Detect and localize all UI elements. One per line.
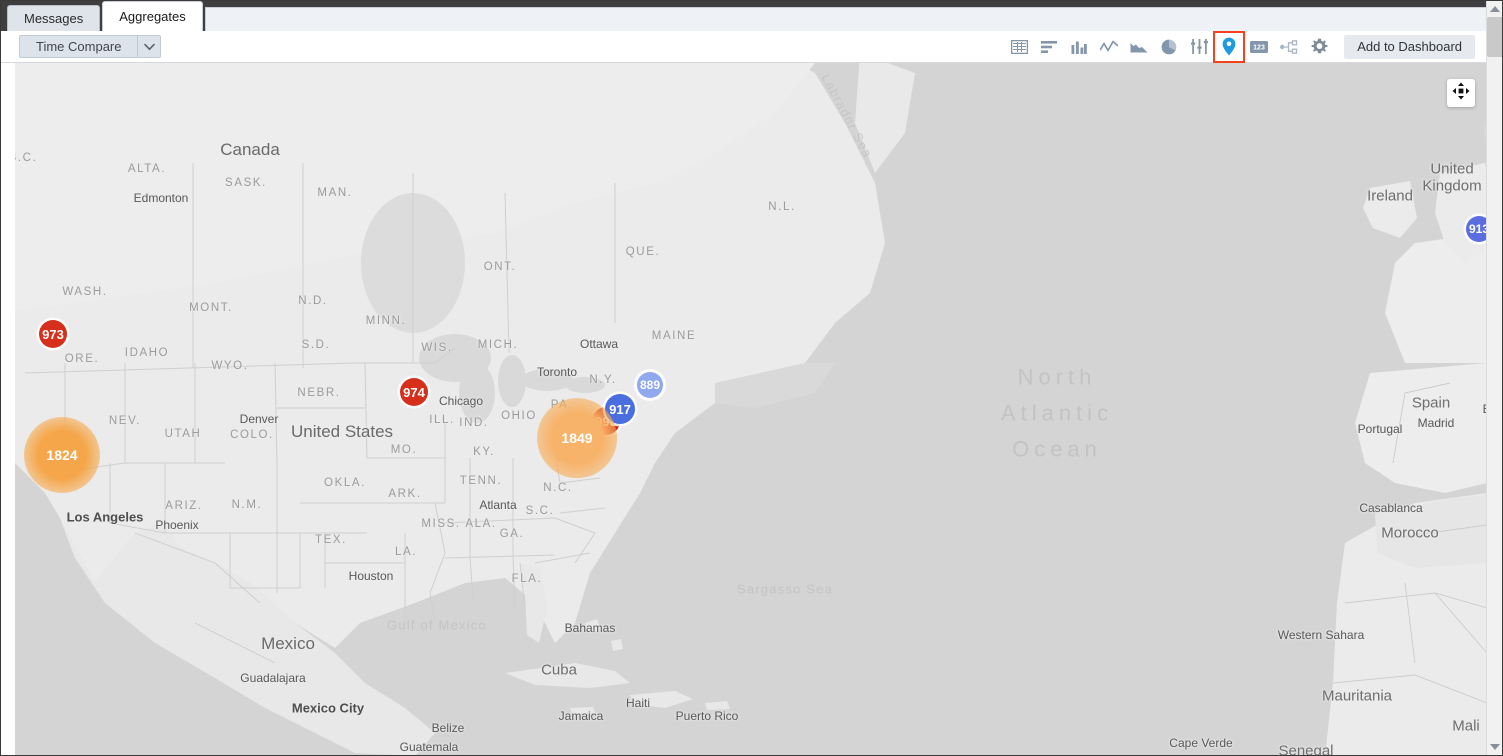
chart-toolbar: Time Compare — [1, 31, 1487, 63]
app-root: Messages Aggregates Time Compare — [0, 0, 1503, 756]
pie-chart-icon — [1161, 39, 1177, 55]
scroll-down-button[interactable] — [1487, 739, 1503, 755]
view-line-button[interactable] — [1094, 32, 1124, 62]
view-tree-button[interactable] — [1274, 32, 1304, 62]
expand-arrows-icon — [1452, 82, 1470, 105]
view-parallel-coordinates-button[interactable] — [1184, 32, 1214, 62]
map-marker-value: 913 — [1469, 222, 1487, 236]
view-column-button[interactable] — [1064, 32, 1094, 62]
tree-graph-icon — [1280, 40, 1298, 54]
map-marker-value: 974 — [403, 385, 425, 400]
settings-button[interactable] — [1304, 32, 1334, 62]
add-to-dashboard-button[interactable]: Add to Dashboard — [1344, 35, 1475, 59]
scroll-up-arrow-icon — [1490, 6, 1500, 12]
table-icon — [1011, 40, 1028, 54]
map-view[interactable]: B.C.ALTA.CanadaSASK.MAN.EdmontonONT.N.L.… — [15, 63, 1487, 756]
scroll-down-arrow-icon — [1490, 744, 1500, 750]
chevron-down-icon — [144, 43, 155, 51]
map-marker[interactable]: 913 — [1466, 216, 1487, 242]
map-marker-value: 1849 — [561, 430, 592, 446]
expand-map-button[interactable] — [1447, 79, 1475, 107]
map-marker[interactable]: 974 — [400, 378, 428, 406]
tab-bar: Messages Aggregates — [1, 1, 1487, 31]
map-marker-value: 973 — [42, 327, 64, 342]
scrollbar-thumb[interactable] — [1487, 17, 1503, 57]
map-borders-layer — [15, 63, 1487, 756]
map-marker-value: 1824 — [46, 447, 77, 463]
scroll-up-button[interactable] — [1487, 1, 1503, 17]
time-compare-group: Time Compare — [19, 35, 161, 58]
time-compare-button[interactable]: Time Compare — [19, 35, 137, 58]
line-chart-icon — [1100, 40, 1118, 53]
sliders-icon — [1191, 39, 1208, 54]
time-compare-dropdown-toggle[interactable] — [137, 35, 161, 58]
view-area-button[interactable] — [1124, 32, 1154, 62]
tab-aggregates-label: Aggregates — [119, 9, 186, 24]
svg-text:123: 123 — [1253, 44, 1265, 51]
tab-aggregates[interactable]: Aggregates — [102, 1, 203, 31]
map-marker-icon — [1222, 37, 1236, 56]
gear-icon — [1311, 38, 1328, 55]
view-horizontal-bar-button[interactable] — [1034, 32, 1064, 62]
view-single-value-button[interactable]: 123 — [1244, 32, 1274, 62]
view-pie-button[interactable] — [1154, 32, 1184, 62]
number-box-icon: 123 — [1250, 41, 1268, 53]
view-map-button[interactable] — [1214, 32, 1244, 62]
area-chart-icon — [1130, 40, 1148, 53]
map-marker[interactable]: 1849 — [537, 398, 617, 478]
tab-bar-filler — [205, 7, 1487, 31]
view-table-button[interactable] — [1004, 32, 1034, 62]
vertical-scrollbar[interactable] — [1486, 1, 1502, 755]
map-canvas[interactable]: B.C.ALTA.CanadaSASK.MAN.EdmontonONT.N.L.… — [15, 63, 1487, 756]
add-to-dashboard-label: Add to Dashboard — [1357, 39, 1462, 54]
bar-vertical-icon — [1071, 40, 1087, 54]
map-marker[interactable]: 889 — [637, 372, 663, 398]
bar-horizontal-icon — [1041, 40, 1058, 54]
tab-messages[interactable]: Messages — [7, 5, 100, 31]
map-marker-value: 917 — [609, 402, 631, 417]
map-marker[interactable]: 973 — [39, 320, 67, 348]
map-marker-value: 889 — [640, 378, 660, 392]
map-marker[interactable]: 1824 — [24, 417, 100, 493]
tab-messages-label: Messages — [24, 11, 83, 26]
time-compare-label: Time Compare — [36, 39, 121, 54]
